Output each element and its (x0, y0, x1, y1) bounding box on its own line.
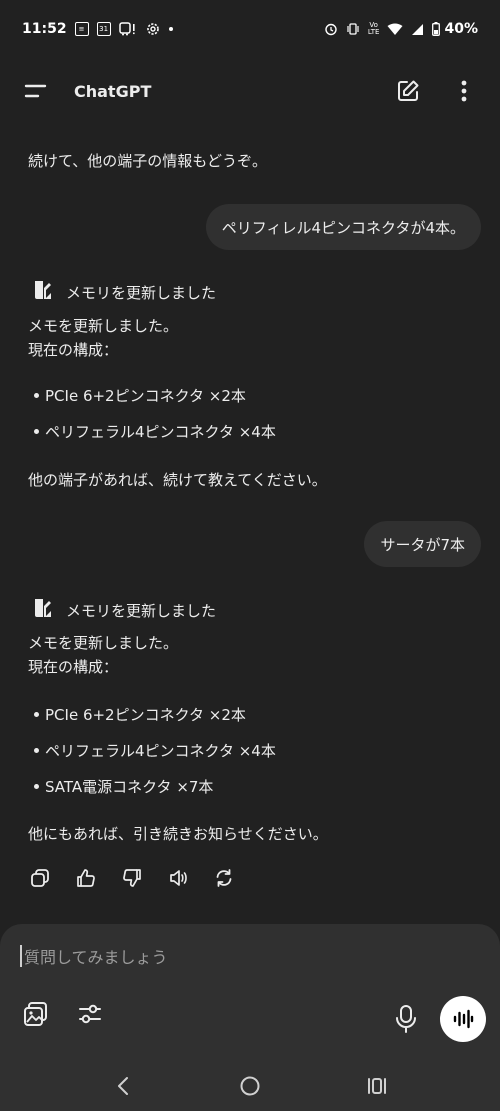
copy-icon[interactable] (28, 866, 52, 890)
system-nav-bar (0, 1060, 500, 1111)
speaker-icon[interactable] (166, 866, 190, 890)
memory-icon (32, 597, 52, 623)
list-item-text: ペリフェラル4ピンコネクタ ×4本 (45, 742, 276, 760)
user-message-text: サータが7本 (380, 535, 465, 554)
image-icon[interactable] (20, 998, 52, 1030)
recents-icon[interactable] (361, 1070, 393, 1102)
list-item: PCIe 6+2ピンコネクタ ×2本 (34, 704, 246, 725)
list-item-text: ペリフェラル4ピンコネクタ ×4本 (45, 423, 276, 441)
assistant-line: メモを更新しました。 (28, 317, 179, 335)
assistant-line: メモを更新しました。 (28, 634, 179, 652)
back-icon[interactable] (107, 1070, 139, 1102)
more-vertical-icon[interactable] (448, 75, 480, 107)
list-item: PCIe 6+2ピンコネクタ ×2本 (34, 385, 246, 406)
settings-notification-icon (145, 21, 161, 37)
memory-label: メモリを更新しました (66, 283, 217, 302)
assistant-message-3: メモを更新しました。 現在の構成： (28, 631, 178, 679)
composer-tools (20, 998, 106, 1030)
assistant-message-1: 続けて、他の端子の情報もどうぞ。 (28, 152, 267, 170)
alarm-icon (324, 22, 338, 36)
text-caret (20, 945, 22, 967)
list-item-text: SATA電源コネクタ ×7本 (45, 778, 214, 796)
user-message-1[interactable]: ペリフィレル4ピンコネクタが4本。 (205, 204, 481, 250)
wifi-icon (387, 23, 403, 36)
battery-icon (432, 22, 441, 36)
list-item: SATA電源コネクタ ×7本 (34, 776, 213, 797)
thumbs-down-icon[interactable] (120, 866, 144, 890)
assistant-line: 現在の構成： (28, 341, 119, 359)
signal-icon (411, 23, 424, 36)
message-actions (28, 866, 236, 890)
composer: 質問してみましょう (0, 924, 500, 1060)
assistant-line: 現在の構成： (28, 658, 119, 676)
app-title: ChatGPT (74, 81, 152, 101)
waveform-icon[interactable] (440, 996, 486, 1042)
news-notification-icon: ≡ (74, 22, 89, 36)
user-message-text: ペリフィレル4ピンコネクタが4本。 (221, 218, 465, 237)
message-input[interactable]: 質問してみましょう (20, 944, 168, 968)
list-item-text: PCIe 6+2ピンコネクタ ×2本 (45, 706, 246, 724)
memory-icon (32, 279, 52, 305)
memory-updated-indicator[interactable]: メモリを更新しました (32, 279, 216, 305)
transit-notification-icon (118, 22, 137, 36)
calendar-notification-icon: 31 (96, 22, 111, 36)
status-time: 11:52 (22, 21, 67, 37)
mic-icon[interactable] (392, 1004, 420, 1038)
status-right: Vo LTE 40% (324, 21, 478, 37)
status-bar: 11:52 ≡ 31 Vo LTE 40% (0, 0, 500, 58)
menu-icon[interactable] (20, 75, 52, 107)
screen: 11:52 ≡ 31 Vo LTE 40% ChatGPT 続けて、他の端子の情… (0, 0, 500, 1111)
thumbs-up-icon[interactable] (74, 866, 98, 890)
home-icon[interactable] (234, 1070, 266, 1102)
battery-percent: 40% (444, 21, 478, 37)
refresh-icon[interactable] (212, 866, 236, 890)
list-item: ペリフェラル4ピンコネクタ ×4本 (34, 421, 276, 442)
volte-icon: Vo LTE (367, 21, 380, 36)
memory-label: メモリを更新しました (66, 601, 217, 620)
assistant-message-2: メモを更新しました。 現在の構成： (28, 314, 178, 362)
assistant-message-3-outro: 他にもあれば、引き続きお知らせください。 (28, 825, 328, 843)
app-bar: ChatGPT (0, 58, 500, 124)
user-message-2[interactable]: サータが7本 (364, 521, 481, 567)
message-input-placeholder: 質問してみましょう (24, 948, 168, 967)
assistant-message-2-outro: 他の端子があれば、続けて教えてください。 (28, 471, 327, 489)
sliders-icon[interactable] (74, 998, 106, 1030)
memory-updated-indicator[interactable]: メモリを更新しました (32, 597, 216, 623)
list-item-text: PCIe 6+2ピンコネクタ ×2本 (45, 387, 246, 405)
more-notifications-dot (168, 27, 173, 31)
list-item: ペリフェラル4ピンコネクタ ×4本 (34, 740, 276, 761)
vibrate-icon (346, 22, 360, 36)
edit-icon[interactable] (392, 75, 424, 107)
status-left: 11:52 ≡ 31 (22, 21, 173, 37)
